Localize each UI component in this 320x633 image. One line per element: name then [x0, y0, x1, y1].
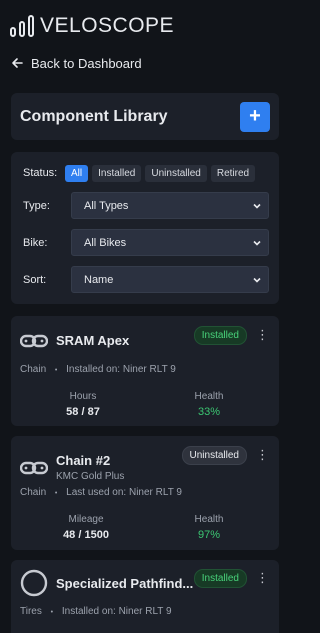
card-header: Chain #2 KMC Gold Plus	[20, 453, 124, 482]
component-card[interactable]: SRAM Apex Installed ⋮ Chain • Installed …	[11, 316, 279, 426]
stat-value: 33%	[197, 406, 221, 418]
status-label: Status:	[23, 167, 58, 179]
status-badge: Uninstalled	[181, 446, 247, 465]
component-meta: Chain • Last used on: Niner RLT 9	[20, 487, 182, 498]
logo-icon	[10, 15, 34, 37]
stat-label: Health	[194, 391, 224, 402]
sort-label: Sort:	[23, 273, 47, 286]
meta-separator: •	[54, 367, 58, 374]
arrow-left-icon	[12, 58, 23, 68]
meta-separator: •	[50, 609, 54, 616]
bike-select-value: All Bikes	[84, 236, 127, 249]
card-header: Specialized Pathfind...	[20, 569, 193, 597]
component-card[interactable]: Specialized Pathfind... Installed ⋮ Tire…	[11, 560, 279, 633]
component-category: Chain	[20, 487, 47, 498]
more-options-icon[interactable]: ⋮	[256, 448, 269, 461]
chevron-down-icon	[253, 277, 261, 283]
chevron-down-icon	[253, 203, 261, 209]
stat-label: Hours	[69, 391, 97, 402]
chevron-down-icon	[253, 240, 261, 246]
filter-panel: Status: All Installed Uninstalled Retire…	[11, 152, 279, 304]
more-options-icon[interactable]: ⋮	[256, 571, 269, 584]
type-select[interactable]: All Types	[71, 192, 269, 219]
chain-icon	[20, 334, 48, 347]
sort-select[interactable]: Name	[71, 266, 269, 293]
tire-icon	[20, 569, 48, 597]
stat-usage: Mileage 48 / 1500	[51, 514, 121, 541]
status-chip-retired[interactable]: Retired	[210, 164, 256, 182]
stat-label: Mileage	[68, 514, 104, 525]
stat-value: 48 / 1500	[63, 529, 109, 541]
stat-health: Health 33%	[177, 391, 241, 418]
status-chip-installed[interactable]: Installed	[92, 164, 142, 182]
add-component-button[interactable]: +	[240, 101, 270, 132]
sort-select-value: Name	[84, 273, 114, 286]
bike-filter-row: Bike: All Bikes	[23, 229, 269, 256]
page-title: Component Library	[20, 107, 168, 125]
component-location: Installed on: Niner RLT 9	[61, 606, 172, 617]
component-location: Installed on: Niner RLT 9	[66, 364, 176, 375]
app-header: VELOSCOPE	[0, 0, 290, 52]
type-label: Type:	[23, 199, 50, 212]
card-header: SRAM Apex	[20, 333, 129, 348]
component-category: Chain	[20, 364, 47, 375]
component-category: Tires	[20, 606, 42, 617]
component-name: Specialized Pathfind...	[56, 575, 194, 591]
app-name: VELOSCOPE	[40, 14, 175, 37]
title-panel: Component Library +	[11, 93, 279, 140]
bike-label: Bike:	[23, 236, 48, 249]
stat-value: 97%	[197, 529, 221, 541]
stat-health: Health 97%	[177, 514, 241, 541]
component-card[interactable]: Chain #2 KMC Gold Plus Uninstalled ⋮ Cha…	[11, 436, 279, 550]
type-filter-row: Type: All Types	[23, 192, 269, 219]
component-meta: Tires • Installed on: Niner RLT 9	[20, 606, 172, 617]
status-chip-uninstalled[interactable]: Uninstalled	[145, 164, 207, 182]
back-label: Back to Dashboard	[31, 55, 142, 71]
bike-select[interactable]: All Bikes	[71, 229, 269, 256]
stat-label: Health	[194, 514, 224, 525]
status-filter: Status: All Installed Uninstalled Retire…	[23, 164, 269, 182]
sort-filter-row: Sort: Name	[23, 266, 269, 293]
more-options-icon[interactable]: ⋮	[256, 328, 269, 341]
stat-value: 58 / 87	[66, 406, 100, 418]
meta-separator: •	[54, 490, 58, 497]
back-to-dashboard-link[interactable]: Back to Dashboard	[0, 52, 290, 74]
card-title-block: Chain #2 KMC Gold Plus	[56, 453, 124, 482]
component-name: SRAM Apex	[56, 333, 130, 348]
component-model: KMC Gold Plus	[56, 471, 125, 482]
status-chip-all[interactable]: All	[65, 164, 89, 182]
status-badge: Installed	[193, 569, 247, 588]
component-meta: Chain • Installed on: Niner RLT 9	[20, 364, 176, 375]
status-badge: Installed	[193, 326, 247, 345]
component-name: Chain #2	[56, 453, 111, 468]
chain-icon	[20, 461, 48, 474]
stat-usage: Hours 58 / 87	[51, 391, 115, 418]
type-select-value: All Types	[84, 199, 129, 212]
component-location: Last used on: Niner RLT 9	[66, 487, 182, 498]
